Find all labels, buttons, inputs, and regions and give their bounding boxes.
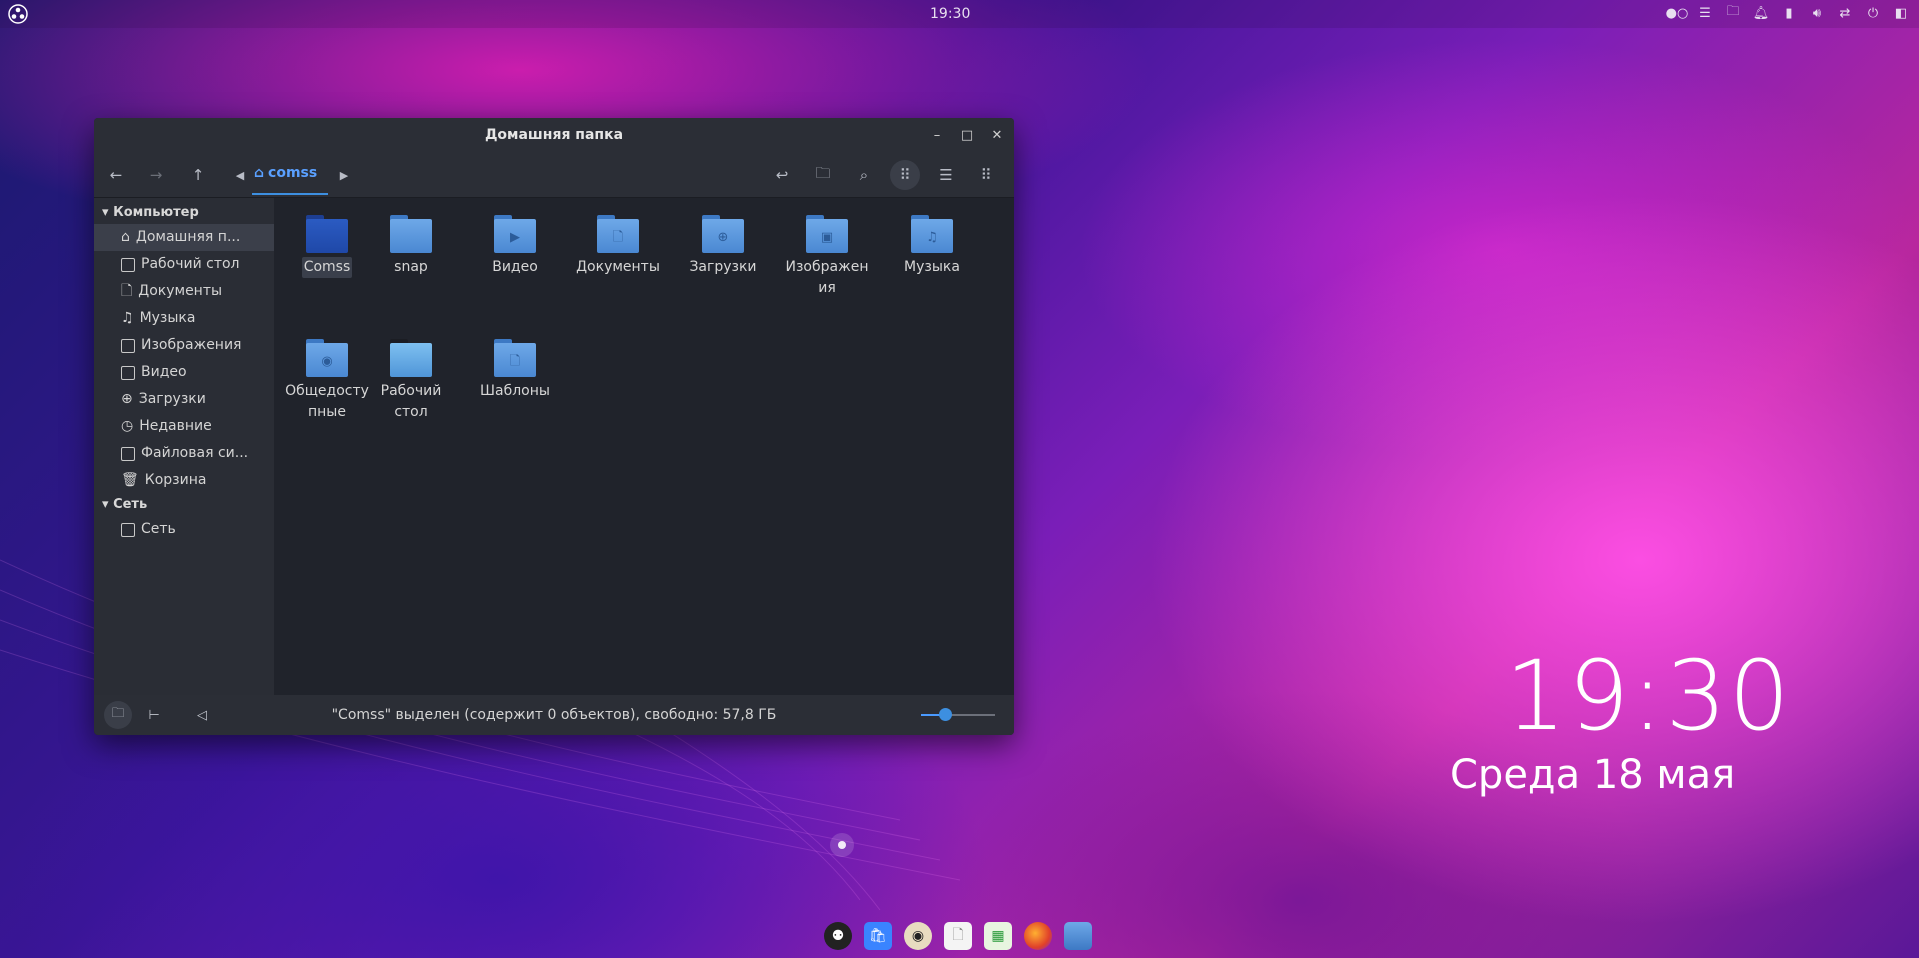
folder-icon	[306, 215, 348, 253]
grid-view-icon[interactable]: ⠿	[976, 165, 996, 185]
spreadsheet-icon[interactable]: ▦	[984, 922, 1012, 950]
breadcrumb-label: comss	[268, 165, 318, 181]
toggle-icon[interactable]: ●○	[1666, 5, 1689, 21]
file-manager-window: Домашняя папка – □ ✕ ← → ↑ ◀ ⌂ comss ▶ ↩…	[94, 118, 1014, 735]
power-icon[interactable]: ⏻	[1865, 5, 1881, 21]
desktop-icon	[121, 257, 135, 272]
file-item[interactable]: ▶ Видео	[467, 215, 563, 278]
file-item[interactable]: Comss	[279, 215, 375, 278]
breadcrumb[interactable]: ⌂ comss	[254, 165, 317, 181]
breadcrumb-left-icon[interactable]: ◀	[230, 165, 250, 185]
music-player-icon[interactable]: ◉	[904, 922, 932, 950]
sidebar-item-downloads[interactable]: ⊕ Загрузки	[94, 386, 274, 413]
store-icon[interactable]: 🛍︎	[864, 922, 892, 950]
sidebar-item-recent[interactable]: ◷ Недавние	[94, 413, 274, 440]
firefox-icon[interactable]	[1024, 922, 1052, 950]
templates-folder-icon: 🗋	[494, 339, 536, 377]
file-item[interactable]: ◉ Общедоступные	[279, 339, 375, 423]
public-folder-icon: ◉	[306, 339, 348, 377]
panel-clock[interactable]: 19:30	[930, 6, 970, 22]
breadcrumb-right-icon[interactable]: ▶	[334, 165, 354, 185]
download-icon: ⊕	[121, 391, 133, 407]
toolbar: ← → ↑ ◀ ⌂ comss ▶ ↩ 🗀 ⌕ ⠿ ☰ ⠿	[94, 153, 1014, 198]
sidebar-group-network[interactable]: ▾ Сеть	[94, 494, 274, 516]
sidebar: ▾ Компьютер ⌂ Домашняя п... Рабочий стол …	[94, 198, 274, 695]
up-icon[interactable]: ↑	[188, 165, 208, 185]
status-bar: 🗀 ⊢ ◁ "Comss" выделен (содержит 0 объект…	[94, 695, 1014, 735]
icon-view-icon[interactable]: ⠿	[890, 160, 920, 190]
documents-folder-icon: 🗋	[597, 215, 639, 253]
battery-icon[interactable]: ▮	[1781, 5, 1797, 21]
folder-icon[interactable]: 🗀	[1725, 4, 1741, 21]
video-folder-icon: ▶	[494, 215, 536, 253]
sidebar-item-music[interactable]: ♫ Музыка	[94, 305, 274, 332]
forward-icon[interactable]: →	[146, 165, 166, 185]
file-view: Comss snap ▶ Видео 🗋 Документы ⊕ Загрузк…	[274, 198, 1014, 695]
sidebar-icon[interactable]: ◧	[1893, 5, 1909, 21]
bell-icon[interactable]: 🔔︎	[1753, 5, 1770, 21]
network-icon[interactable]: ⇄	[1837, 5, 1853, 21]
list-view-icon[interactable]: ☰	[936, 165, 956, 185]
desktop-folder-icon	[390, 339, 432, 377]
drive-icon	[121, 446, 135, 461]
clock-icon: ◷	[121, 418, 134, 434]
sidebar-item-network[interactable]: Сеть	[94, 516, 274, 543]
maximize-icon[interactable]: □	[958, 126, 976, 144]
sidebar-item-images[interactable]: Изображения	[94, 332, 274, 359]
status-text: "Comss" выделен (содержит 0 объектов), с…	[331, 707, 777, 723]
launcher-icon[interactable]: ⚉	[824, 922, 852, 950]
sidebar-item-documents[interactable]: 🗋 Документы	[94, 278, 274, 305]
list-icon[interactable]: ☰	[1697, 5, 1713, 21]
sidebar-item-filesystem[interactable]: Файловая си...	[94, 440, 274, 467]
text-editor-icon[interactable]: 🗋	[944, 922, 972, 950]
desktop-clock: 19:30	[1505, 640, 1792, 752]
pictures-folder-icon: ▣	[806, 215, 848, 253]
sidebar-group-computer[interactable]: ▾ Компьютер	[94, 202, 274, 224]
file-item[interactable]: snap	[363, 215, 459, 278]
music-icon: ♫	[121, 310, 134, 326]
sidebar-item-video[interactable]: Видео	[94, 359, 274, 386]
search-icon[interactable]: ⌕	[854, 165, 874, 185]
music-folder-icon: ♫	[911, 215, 953, 253]
volume-icon[interactable]: 🔊︎	[1809, 5, 1825, 21]
trash-icon: 🗑︎	[121, 472, 139, 488]
minimize-icon[interactable]: –	[928, 126, 946, 144]
path-edit-icon[interactable]: ↩	[772, 165, 792, 185]
folder-icon	[390, 215, 432, 253]
file-item[interactable]: 🗋 Шаблоны	[467, 339, 563, 402]
new-folder-icon[interactable]: 🗀	[813, 164, 833, 185]
sidebar-item-trash[interactable]: 🗑︎ Корзина	[94, 467, 274, 494]
zoom-slider[interactable]	[921, 708, 995, 721]
window-title: Домашняя папка	[484, 127, 624, 143]
file-item[interactable]: ▣ Изображения	[779, 215, 875, 299]
sidebar-item-desktop[interactable]: Рабочий стол	[94, 251, 274, 278]
back-icon[interactable]: ←	[106, 165, 126, 185]
file-item[interactable]: Рабочий стол	[363, 339, 459, 423]
home-icon: ⌂	[121, 229, 130, 245]
file-manager-icon[interactable]	[1064, 922, 1092, 950]
breadcrumb-underline	[252, 193, 328, 195]
zoom-slider-knob[interactable]	[938, 708, 952, 721]
dock: ⚉ 🛍︎ ◉ 🗋 ▦	[824, 922, 1092, 950]
home-icon: ⌂	[254, 165, 265, 181]
file-item[interactable]: ⊕ Загрузки	[675, 215, 771, 278]
distro-logo-icon[interactable]	[8, 4, 28, 24]
file-item[interactable]: ♫ Музыка	[884, 215, 980, 278]
document-icon: 🗋	[121, 283, 133, 299]
sidebar-item-home[interactable]: ⌂ Домашняя п...	[94, 224, 274, 251]
network-icon	[121, 522, 135, 537]
window-titlebar[interactable]: Домашняя папка – □ ✕	[94, 118, 1014, 153]
top-panel: 19:30 ●○ ☰ 🗀 🔔︎ ▮ 🔊︎ ⇄ ⏻ ◧	[0, 0, 1919, 28]
downloads-folder-icon: ⊕	[702, 215, 744, 253]
close-icon[interactable]: ✕	[988, 126, 1006, 144]
system-tray: ●○ ☰ 🗀 🔔︎ ▮ 🔊︎ ⇄ ⏻ ◧	[1666, 4, 1909, 21]
image-icon	[121, 338, 135, 353]
video-icon	[121, 365, 135, 380]
file-item[interactable]: 🗋 Документы	[570, 215, 666, 278]
desktop-date: Среда 18 мая	[1450, 752, 1736, 798]
